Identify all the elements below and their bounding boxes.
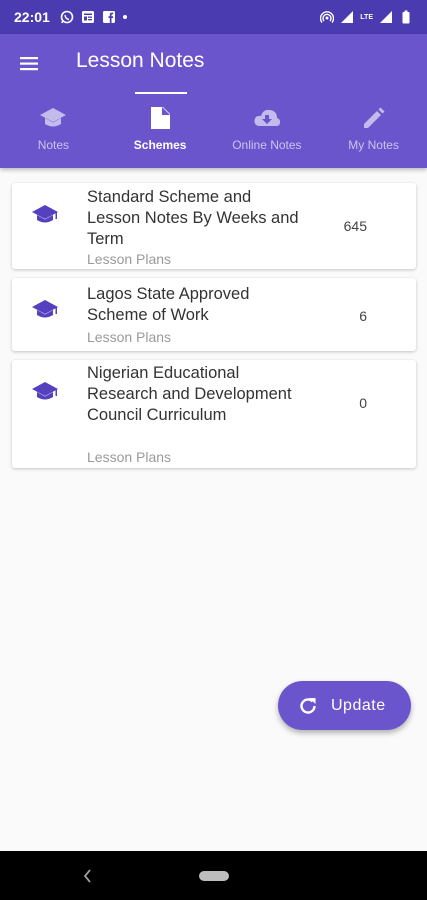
list-item[interactable]: Standard Scheme and Lesson Notes By Week… [12,183,416,269]
menu-icon[interactable] [18,52,42,76]
scheme-list: Standard Scheme and Lesson Notes By Week… [12,183,416,477]
page-title: Lesson Notes [76,49,205,72]
tab-my-notes-label: My Notes [348,138,399,152]
tab-schemes-label: Schemes [133,138,187,152]
wifi-signal-icon [341,11,354,23]
tab-schemes[interactable]: Schemes [107,92,214,168]
lte-signal-icon [380,11,392,23]
lte-label: LTE [360,13,373,21]
list-item[interactable]: Lagos State Approved Scheme of Work Less… [12,278,416,351]
system-nav-bar [0,851,427,900]
cloud-download-icon [254,109,280,126]
whatsapp-icon [60,10,74,24]
tab-my-notes[interactable]: My Notes [320,92,427,168]
refresh-icon [300,697,316,714]
graduation-cap-icon [32,205,58,223]
graduation-cap-icon [32,300,58,318]
tab-online-notes[interactable]: Online Notes [214,92,321,168]
note-icon [151,107,171,129]
pencil-icon [363,107,385,128]
tab-online-notes-label: Online Notes [232,138,302,152]
list-item-title: Lagos State Approved Scheme of Work [87,285,250,324]
list-item[interactable]: Nigerian Educational Research and Develo… [12,360,416,468]
tab-notes-label: Notes [37,138,70,152]
list-item-count: 6 [359,308,367,324]
list-item-title: Standard Scheme and Lesson Notes By Week… [87,188,299,248]
facebook-icon [102,11,115,23]
tab-bar: Notes Schemes Online Notes My Notes [0,92,427,168]
update-button[interactable]: Update [278,681,411,730]
news-icon [81,11,94,23]
app-bar: Lesson Notes Notes Schemes Online Notes [0,34,427,168]
battery-icon [402,10,410,24]
tab-notes[interactable]: Notes [0,92,107,168]
hotspot-icon [320,11,335,23]
status-bar: 22:01 LTE [0,0,427,34]
status-time: 22:01 [14,9,50,25]
list-item-count: 645 [343,218,367,234]
list-item-subtitle: Lesson Plans [87,251,172,267]
list-item-subtitle: Lesson Plans [87,329,172,345]
back-icon[interactable] [80,867,94,885]
list-item-subtitle: Lesson Plans [87,449,172,465]
school-icon [40,108,67,127]
list-item-count: 0 [359,395,367,411]
list-item-title: Nigerian Educational Research and Develo… [87,364,292,424]
update-button-label: Update [331,696,386,714]
notification-dot-icon [122,15,127,19]
home-pill-icon[interactable] [199,871,229,881]
graduation-cap-icon [32,382,58,400]
